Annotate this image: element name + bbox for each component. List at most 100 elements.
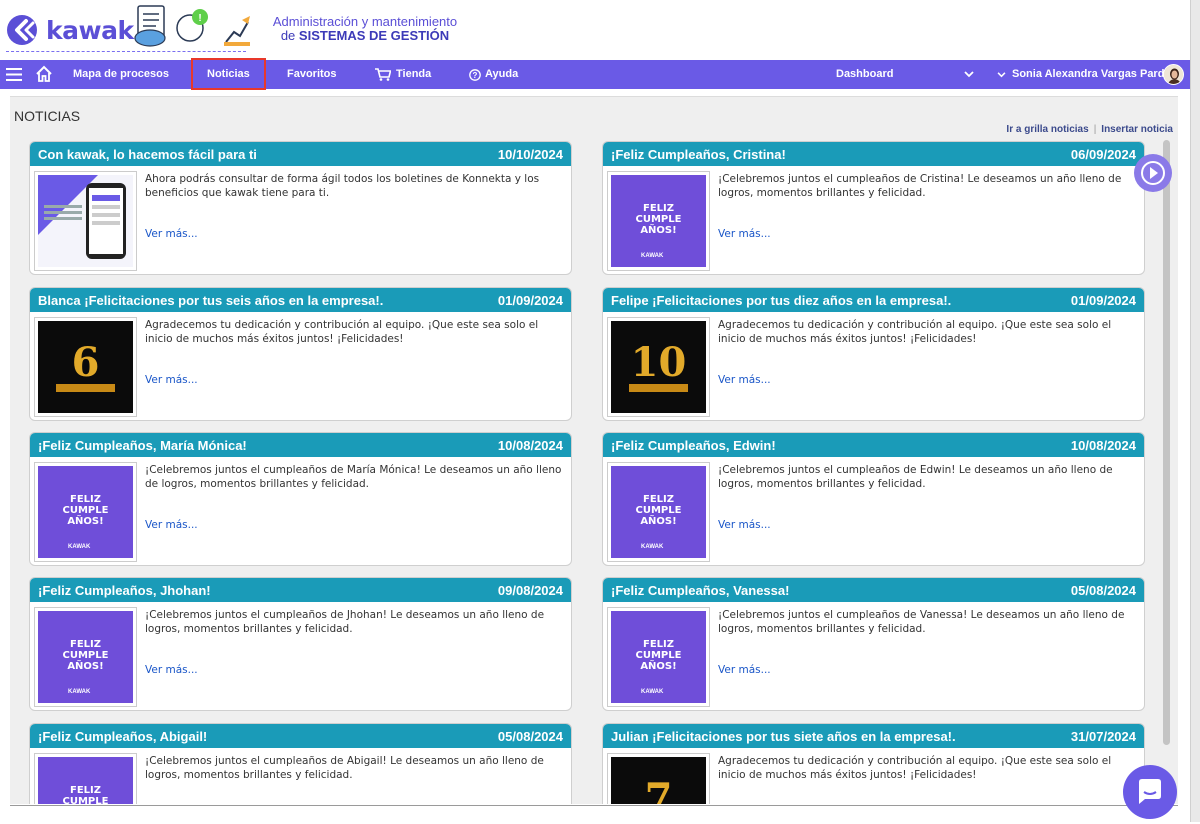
news-card-thumbnail[interactable]: FELIZCUMPLEAÑOS!KAWAK [34, 607, 137, 707]
news-card-header[interactable]: Julian ¡Felicitaciones por tus siete año… [603, 724, 1144, 748]
news-card-thumbnail[interactable]: FELIZCUMPLEAÑOS!KAWAK [34, 753, 137, 804]
birthday-card-text: FELIZCUMPLEAÑOS! [38, 494, 133, 527]
news-card-header[interactable]: ¡Feliz Cumpleaños, María Mónica! 10/08/20… [30, 433, 571, 457]
svg-text:!: ! [198, 13, 201, 24]
news-card-date: 31/07/2024 [1070, 728, 1136, 744]
news-card-title: ¡Feliz Cumpleaños, Edwin! [611, 437, 776, 453]
thumbnail-image: FELIZCUMPLEAÑOS! KAWAK [38, 466, 133, 558]
nav-ayuda[interactable]: ? Ayuda [469, 60, 518, 89]
news-card-date: 09/08/2024 [497, 582, 563, 598]
news-scrollbar[interactable] [1163, 140, 1170, 745]
news-card-title: Julian ¡Felicitaciones por tus siete año… [611, 728, 956, 744]
ver-mas-link[interactable]: Ver más... [145, 664, 198, 676]
birthday-card-line: AÑOS! [640, 661, 677, 672]
news-card-title: ¡Feliz Cumpleaños, Jhohan! [38, 582, 211, 598]
news-card-date: 01/09/2024 [1070, 292, 1136, 308]
birthday-card-line: CUMPLE [62, 796, 109, 804]
ver-mas-link[interactable]: Ver más... [718, 374, 771, 386]
nav-favoritos[interactable]: Favoritos [287, 60, 337, 89]
news-card-summary: ¡Celebremos juntos el cumpleaños de Vane… [718, 609, 1125, 635]
news-card-header[interactable]: ¡Feliz Cumpleaños, Cristina! 06/09/2024 [603, 142, 1144, 166]
user-menu[interactable]: Sonia Alexandra Vargas Pardo [997, 60, 1171, 89]
news-card-date: 05/08/2024 [497, 728, 563, 744]
news-card-title: ¡Feliz Cumpleaños, Cristina! [611, 146, 786, 162]
birthday-card-line: AÑOS! [640, 516, 677, 527]
news-card-header[interactable]: ¡Feliz Cumpleaños, Abigail! 05/08/2024 [30, 724, 571, 748]
birthday-card-brand: KAWAK [68, 544, 91, 550]
news-card-summary: ¡Celebremos juntos el cumpleaños de Jhoh… [145, 609, 545, 635]
anniversary-ribbon [56, 384, 115, 392]
nav-noticias[interactable]: Noticias [207, 60, 250, 89]
news-card-date: 10/08/2024 [497, 437, 563, 453]
news-card-thumbnail[interactable]: 6 [34, 317, 137, 417]
thumbnail-image: 6 [38, 321, 133, 413]
play-right-icon [1141, 161, 1165, 185]
birthday-card-line: CUMPLE [635, 505, 682, 516]
nav-ayuda-label: Ayuda [485, 68, 519, 80]
ver-mas-link[interactable]: Ver más... [145, 228, 198, 240]
birthday-card-line: FELIZ [642, 203, 674, 214]
news-card-thumbnail[interactable] [34, 171, 137, 271]
birthday-card-line: FELIZ [642, 639, 674, 650]
nav-dashboard[interactable]: Dashboard [836, 60, 893, 89]
home-icon[interactable] [35, 65, 53, 83]
news-card-header[interactable]: Blanca ¡Felicitaciones por tus seis años… [30, 288, 571, 312]
news-card-date: 06/09/2024 [1070, 146, 1136, 162]
news-card: ¡Feliz Cumpleaños, Jhohan! 09/08/2024 FELI… [29, 577, 572, 711]
ver-mas-link[interactable]: Ver más... [718, 664, 771, 676]
birthday-card-text: FELIZCUMPLEAÑOS! [38, 785, 133, 804]
page-title: NOTICIAS [14, 108, 81, 124]
side-panel-toggle[interactable] [1134, 154, 1172, 192]
news-card-header[interactable]: ¡Feliz Cumpleaños, Vanessa! 05/08/2024 [603, 578, 1144, 602]
ver-mas-link[interactable]: Ver más... [145, 519, 198, 531]
birthday-card-brand: KAWAK [641, 689, 664, 695]
news-card-date: 05/08/2024 [1070, 582, 1136, 598]
nav-tienda[interactable]: Tienda [375, 60, 431, 89]
news-card: Felipe ¡Felicitaciones por tus diez años… [602, 287, 1145, 421]
news-card-header[interactable]: Felipe ¡Felicitaciones por tus diez años… [603, 288, 1144, 312]
ver-mas-link[interactable]: Ver más... [718, 228, 771, 240]
link-ir-grilla[interactable]: Ir a grilla noticias [1006, 124, 1088, 135]
window-scroll-track[interactable] [1190, 0, 1200, 822]
dashboard-dropdown-chevron-icon[interactable] [964, 71, 974, 78]
news-card-thumbnail[interactable]: FELIZCUMPLEAÑOS!KAWAK [607, 462, 710, 562]
ver-mas-link[interactable]: Ver más... [718, 519, 771, 531]
news-card: Blanca ¡Felicitaciones por tus seis años… [29, 287, 572, 421]
birthday-card-line: AÑOS! [67, 516, 104, 527]
user-avatar[interactable] [1163, 64, 1184, 85]
kawak-logo[interactable]: kawak [6, 14, 134, 46]
news-card-thumbnail[interactable]: 10 [607, 317, 710, 417]
nav-mapa-procesos[interactable]: Mapa de procesos [73, 60, 169, 89]
cart-icon [375, 68, 391, 81]
birthday-card-line: CUMPLE [635, 650, 682, 661]
chat-launcher-button[interactable] [1123, 765, 1177, 819]
birthday-card-brand: KAWAK [641, 544, 664, 550]
header-divider [6, 51, 246, 52]
news-card-title: Blanca ¡Felicitaciones por tus seis años… [38, 292, 384, 308]
news-card-header[interactable]: Con kawak, lo hacemos fácil para ti 10/10… [30, 142, 571, 166]
news-card-thumbnail[interactable]: FELIZCUMPLEAÑOS!KAWAK [607, 171, 710, 271]
news-card-summary: Ahora podrás consultar de forma ágil tod… [145, 173, 540, 199]
tagline-line-1: Administración y mantenimiento [272, 14, 458, 29]
news-card-title: Con kawak, lo hacemos fácil para ti [38, 146, 257, 162]
news-card-date: 10/10/2024 [497, 146, 563, 162]
anniversary-number: 6 [71, 339, 100, 386]
thumbnail-image: FELIZCUMPLEAÑOS! KAWAK [611, 466, 706, 558]
news-card: ¡Feliz Cumpleaños, Vanessa! 05/08/2024 FEL… [602, 577, 1145, 711]
birthday-card-line: FELIZ [69, 494, 101, 505]
birthday-card-line: CUMPLE [635, 214, 682, 225]
news-card-thumbnail[interactable]: 7 [607, 753, 710, 804]
promo-graphic-icon [38, 175, 133, 267]
link-insertar-noticia[interactable]: Insertar noticia [1101, 124, 1173, 135]
thumbnail-image: FELIZCUMPLEAÑOS! KAWAK [611, 611, 706, 703]
news-card-thumbnail[interactable]: FELIZCUMPLEAÑOS! KAWAK [34, 462, 137, 562]
news-card-header[interactable]: ¡Feliz Cumpleaños, Jhohan! 09/08/2024 [30, 578, 571, 602]
thumbnail-image [38, 175, 133, 267]
hamburger-menu-icon[interactable] [6, 68, 22, 81]
links-separator: | [1093, 124, 1097, 135]
news-card-header[interactable]: ¡Feliz Cumpleaños, Edwin! 10/08/2024 [603, 433, 1144, 457]
news-card-thumbnail[interactable]: FELIZCUMPLEAÑOS! KAWAK [607, 607, 710, 707]
user-name: Sonia Alexandra Vargas Pardo [1012, 68, 1172, 80]
birthday-card-line: CUMPLE [62, 505, 109, 516]
ver-mas-link[interactable]: Ver más... [145, 374, 198, 386]
